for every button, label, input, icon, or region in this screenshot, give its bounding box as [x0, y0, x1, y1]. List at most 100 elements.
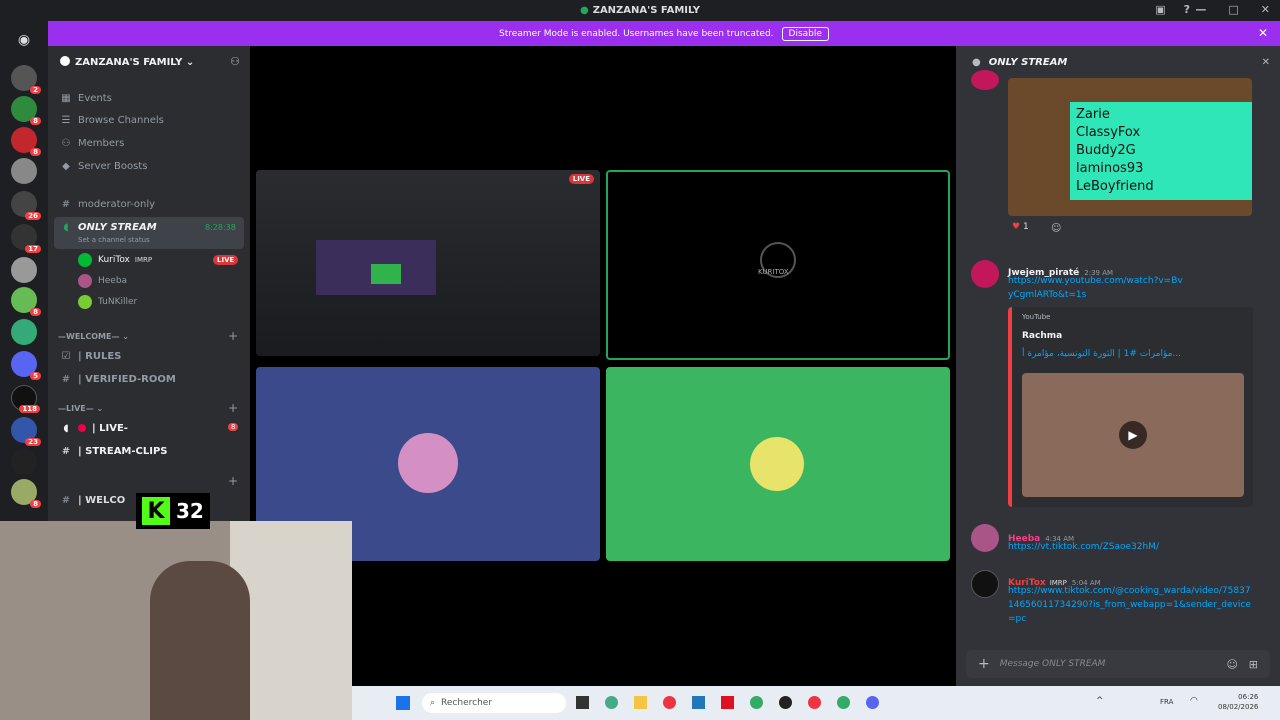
close-chat-icon[interactable]: ✕ — [1262, 57, 1270, 68]
channel-welcome[interactable]: # | WELCO — [60, 491, 125, 509]
chat-title: ONLY STREAM — [988, 56, 1068, 68]
chat-panel: ● ONLY STREAM ✕ Zarie ClassyFox Buddy2G … — [956, 46, 1280, 686]
chrome-icon[interactable] — [750, 696, 763, 709]
chrome-icon[interactable] — [808, 696, 821, 709]
clock[interactable]: 06:26 08/02/2026 — [1218, 692, 1258, 712]
add-channel-icon[interactable]: + — [228, 401, 238, 415]
inbox-icon[interactable]: ▣ — [1155, 3, 1165, 16]
close-banner-icon[interactable]: ✕ — [1258, 26, 1268, 40]
embed-title[interactable]: مؤامرات #1 | الثورة التونسية، مؤامرة أ..… — [1022, 349, 1181, 359]
chrome-icon[interactable] — [837, 696, 850, 709]
hash-icon: # — [61, 494, 71, 506]
channel-live[interactable]: ◖ | LIVE- — [60, 419, 128, 437]
voice-user-kuritox[interactable]: KuriTox IMRP — [78, 251, 152, 269]
add-channel-icon[interactable]: + — [228, 329, 238, 343]
stream-tile-screenshare[interactable]: LIVE — [256, 170, 600, 356]
speaker-icon: ◖ — [63, 221, 69, 233]
channel-moderator-only[interactable]: # moderator-only — [60, 195, 155, 213]
apps-icon[interactable]: ⊞ — [1249, 658, 1258, 671]
server-icon[interactable] — [11, 449, 37, 475]
sidebar-item-members[interactable]: ⚇ Members — [60, 134, 125, 152]
add-channel-icon[interactable]: + — [228, 474, 238, 488]
discord-icon[interactable] — [866, 696, 879, 709]
channel-stream-clips[interactable]: # | STREAM-CLIPS — [60, 442, 168, 460]
close-button[interactable]: ✕ — [1261, 3, 1270, 16]
add-attachment-icon[interactable]: + — [978, 656, 990, 672]
task-view-icon[interactable] — [576, 696, 589, 709]
maximize-button[interactable]: □ — [1228, 3, 1238, 16]
voice-channel-row[interactable]: ◖ ONLY STREAM — [60, 218, 156, 236]
heeba-avatar — [398, 433, 458, 493]
app-icon[interactable] — [721, 696, 734, 709]
embed-thumbnail[interactable]: ▶ — [1022, 373, 1244, 497]
avatar — [78, 253, 92, 267]
voice-user-heeba[interactable]: Heeba — [78, 272, 127, 290]
embed-author[interactable]: Rachma — [1022, 331, 1062, 341]
sidebar-item-server-boosts[interactable]: ◆ Server Boosts — [60, 157, 147, 175]
sidebar-item-browse-channels[interactable]: ☰ Browse Channels — [60, 111, 164, 129]
app-icon[interactable] — [779, 696, 792, 709]
add-member-icon[interactable]: ⚇ — [230, 55, 240, 68]
server-icon[interactable]: 5 — [11, 351, 41, 380]
streamer-mode-banner: Streamer Mode is enabled. Usernames have… — [48, 21, 1280, 46]
server-icon[interactable] — [11, 257, 37, 283]
channel-verified-room[interactable]: # | VERIFIED-ROOM — [60, 370, 176, 388]
category-welcome[interactable]: —WELCOME— ⌄ — [58, 332, 129, 341]
message-link[interactable]: https://vt.tiktok.com/ZSaoe32hM/ — [1008, 540, 1159, 554]
message-link[interactable]: https://www.tiktok.com/@cooking_warda/vi… — [1008, 584, 1253, 626]
server-icon[interactable] — [11, 158, 37, 184]
banner-text: Streamer Mode is enabled. Usernames have… — [499, 28, 774, 39]
file-explorer-icon[interactable] — [634, 696, 647, 709]
taskbar-search[interactable]: ⌕ Rechercher — [422, 693, 566, 713]
server-icon[interactable]: 26 — [11, 191, 41, 220]
channel-status[interactable]: Set a channel status — [78, 236, 150, 244]
wifi-icon[interactable]: ◠ — [1190, 696, 1198, 706]
live-dot-icon — [78, 424, 86, 432]
server-icon[interactable]: 8 — [11, 479, 41, 508]
server-icon[interactable]: 8 — [11, 287, 41, 316]
disable-button[interactable]: Disable — [781, 26, 829, 41]
language-indicator[interactable]: FRA — [1160, 698, 1173, 706]
chrome-icon[interactable] — [663, 696, 676, 709]
server-icon[interactable]: 8 — [11, 127, 41, 156]
channel-rules[interactable]: ☑ | RULES — [60, 347, 122, 365]
add-reaction-icon[interactable]: ☺ — [1051, 223, 1061, 234]
discord-home-icon[interactable]: ◉ — [11, 27, 37, 53]
stream-tile-kuritox[interactable]: KURITOX — [606, 170, 950, 360]
message-link[interactable]: https://www.youtube.com/watch?v=BvyCgmlA… — [1008, 274, 1183, 302]
store-icon[interactable] — [692, 696, 705, 709]
start-icon[interactable] — [396, 696, 410, 710]
server-icon[interactable] — [11, 319, 37, 345]
screen-preview-green — [371, 264, 401, 284]
server-icon[interactable]: 8 — [11, 96, 41, 125]
copilot-icon[interactable] — [605, 696, 618, 709]
browse-icon: ☰ — [61, 114, 71, 126]
sidebar-item-events[interactable]: ▦ Events — [60, 89, 112, 107]
overlay-names-box: Zarie ClassyFox Buddy2G laminos93 LeBoyf… — [1070, 102, 1252, 200]
category-live[interactable]: —LIVE— ⌄ — [58, 404, 103, 413]
server-icon[interactable]: 118 — [11, 385, 40, 413]
server-icon[interactable]: 23 — [11, 417, 41, 446]
reaction-heart[interactable]: ♥ 1 — [1012, 222, 1029, 232]
help-icon[interactable]: ? — [1184, 3, 1190, 16]
server-icon[interactable]: 17 — [11, 224, 41, 253]
calendar-icon: ▦ — [61, 92, 71, 104]
message-input-box[interactable]: + Message ONLY STREAM ☺ ⊞ — [966, 650, 1270, 678]
live-badge: LIVE — [213, 255, 239, 265]
server-icon[interactable]: 2 — [11, 65, 41, 94]
play-icon[interactable]: ▶ — [1119, 421, 1147, 449]
server-name: ZANZANA'S FAMILY — [75, 57, 183, 68]
message-input[interactable]: Message ONLY STREAM — [1000, 659, 1106, 669]
server-header[interactable]: ZANZANA'S FAMILY ⌄ — [60, 56, 194, 68]
stream-stage: LIVE KURITOX — [250, 46, 956, 686]
voice-user-tunkiller[interactable]: TuNKiller — [78, 293, 137, 311]
minimize-button[interactable]: — — [1195, 3, 1206, 16]
system-tray-chevron-icon[interactable]: ^ — [1096, 696, 1104, 706]
kick-viewer-count: K 32 — [136, 493, 210, 529]
youtube-embed: YouTube Rachma مؤامرات #1 | الثورة التون… — [1008, 307, 1253, 507]
emoji-icon[interactable]: ☺ — [1227, 658, 1238, 671]
stream-tile-tunkiller[interactable] — [606, 367, 950, 561]
image-attachment[interactable]: Zarie ClassyFox Buddy2G laminos93 LeBoyf… — [1008, 78, 1252, 216]
webcam-person — [150, 561, 250, 720]
search-icon: ⌕ — [430, 698, 436, 708]
